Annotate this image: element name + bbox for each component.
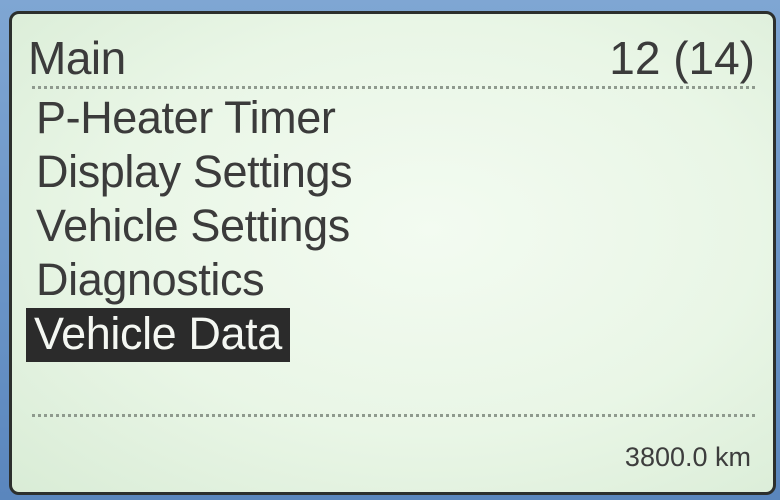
main-menu: P-Heater Timer Display Settings Vehicle … bbox=[26, 92, 358, 362]
screen-header: Main 12 (14) bbox=[28, 30, 755, 94]
display-frame: Main 12 (14) P-Heater Timer Display Sett… bbox=[0, 0, 780, 500]
menu-item-vehicle-settings[interactable]: Vehicle Settings bbox=[28, 200, 356, 254]
menu-item-display-settings[interactable]: Display Settings bbox=[28, 146, 358, 200]
menu-item-p-heater-timer[interactable]: P-Heater Timer bbox=[28, 92, 341, 146]
menu-item-diagnostics[interactable]: Diagnostics bbox=[28, 254, 270, 308]
page-title: Main bbox=[28, 32, 126, 84]
menu-counter: 12 (14) bbox=[609, 32, 755, 84]
footer-divider bbox=[32, 414, 755, 417]
odometer-readout: 3800.0 km bbox=[624, 442, 751, 472]
menu-item-vehicle-data[interactable]: Vehicle Data bbox=[26, 308, 290, 362]
lcd-screen: Main 12 (14) P-Heater Timer Display Sett… bbox=[9, 11, 776, 495]
header-divider bbox=[32, 86, 755, 89]
